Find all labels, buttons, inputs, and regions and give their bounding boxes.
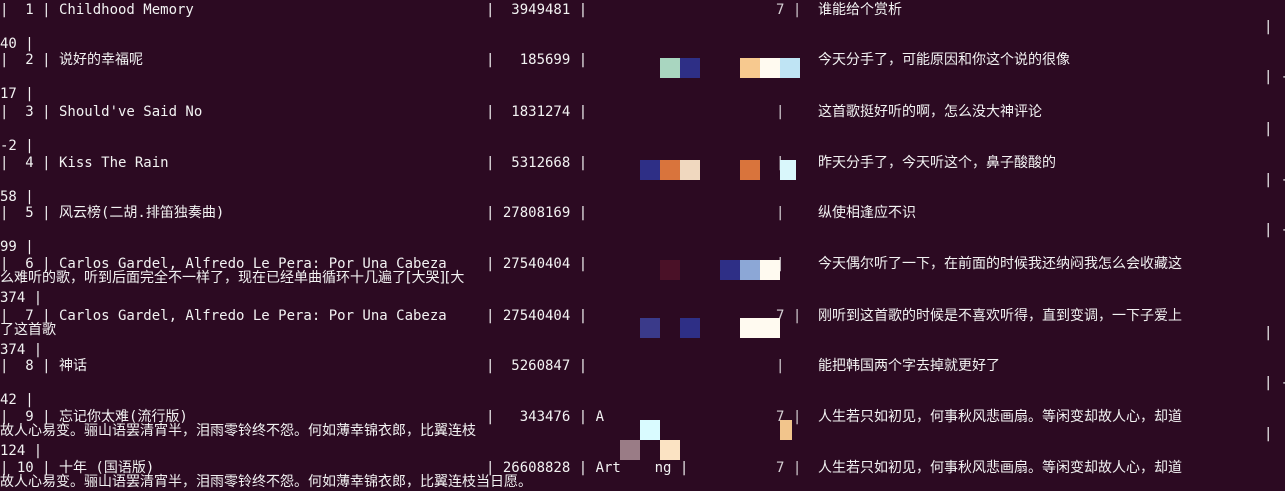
row-redacted-cell: | — [776, 205, 785, 221]
redacted-pixel-block — [660, 160, 680, 180]
row-redacted-cell: 7 | — [776, 460, 802, 476]
redacted-pixel-block — [780, 160, 796, 180]
row-id-cell: | 5260847 | — [486, 358, 588, 374]
row-id-cell: | 185699 | — [486, 52, 588, 68]
redacted-pixel-block — [640, 160, 660, 180]
row-tail: 58 | — [0, 189, 34, 205]
row-index-and-title: | 5 | 风云榜(二胡.排笛独奏曲) — [0, 205, 225, 221]
row-wrap-line: 了这首歌 — [0, 322, 56, 338]
row-tail: 42 | — [0, 392, 34, 408]
row-redacted-cell: | — [776, 104, 785, 120]
row-id-cell: | 5312668 | — [486, 155, 588, 171]
redacted-pixel-block — [740, 58, 760, 78]
row-comment: 刚听到这首歌的时候是不喜欢听得，直到变调，一下子爱上 — [818, 308, 1182, 324]
row-right-marker: | - — [1264, 172, 1285, 188]
redacted-pixel-block — [640, 420, 660, 440]
redacted-pixel-block — [720, 260, 740, 280]
redacted-pixel-block — [640, 318, 660, 338]
row-comment: 这首歌挺好听的啊，怎么没大神评论 — [818, 104, 1042, 120]
row-comment: 昨天分手了，今天听这个，鼻子酸酸的 — [818, 155, 1056, 171]
redacted-pixel-block — [680, 58, 700, 78]
row-comment: 今天分手了，可能原因和你这个说的很像 — [818, 52, 1070, 68]
row-tail: 99 | — [0, 239, 34, 255]
redacted-pixel-block — [740, 260, 760, 280]
row-right-marker: | — [1264, 19, 1273, 35]
row-right-marker: | - — [1264, 375, 1285, 391]
redacted-pixel-block — [680, 160, 700, 180]
row-comment: 谁能给个赏析 — [818, 2, 902, 18]
row-right-marker: | - — [1264, 222, 1285, 238]
redacted-pixel-block — [760, 58, 780, 78]
redacted-pixel-block — [740, 160, 760, 180]
redacted-pixel-block — [780, 58, 800, 78]
row-index-and-title: | 1 | Childhood Memory — [0, 2, 194, 18]
row-index-and-title: | 3 | Should've Said No — [0, 104, 203, 120]
row-right-marker: | — [1264, 121, 1273, 137]
redacted-pixel-block — [780, 420, 792, 440]
row-right-marker: | — [1264, 325, 1273, 341]
row-wrap-line: 么难听的歌，听到后面完全不一样了，现在已经单曲循环十几遍了[大哭][大 — [0, 270, 465, 286]
row-id-cell: | 27540404 | — [486, 256, 588, 272]
row-id-cell: | 27540404 | — [486, 308, 588, 324]
row-comment: 能把韩国两个字去掉就更好了 — [818, 358, 1000, 374]
row-redacted-cell: | — [776, 358, 785, 374]
redacted-pixel-block — [660, 58, 680, 78]
row-index-and-title: | 7 | Carlos Gardel, Alfredo Le Pera: Po… — [0, 308, 447, 324]
row-id-cell: | 27808169 | — [486, 205, 588, 221]
row-redacted-cell: 7 | — [776, 2, 802, 18]
row-comment: 人生若只如初见，何事秋风悲画扇。等闲变却故人心，却道 — [818, 460, 1182, 476]
row-comment: 人生若只如初见，何事秋风悲画扇。等闲变却故人心，却道 — [818, 409, 1182, 425]
row-right-marker: | — [1264, 426, 1273, 442]
row-tail: -2 | — [0, 138, 34, 154]
row-id-cell: | 3949481 | — [486, 2, 588, 18]
redacted-pixel-block — [620, 440, 640, 460]
redacted-pixel-block — [760, 260, 780, 280]
row-tail: 374 | — [0, 342, 43, 358]
row-index-and-title: | 4 | Kiss The Rain — [0, 155, 169, 171]
row-tail: 374 | — [0, 290, 43, 306]
row-index-and-title: | 8 | 神话 — [0, 358, 88, 374]
row-id-cell: | 1831274 | — [486, 104, 588, 120]
redacted-pixel-block — [680, 318, 700, 338]
row-wrap-line: 故人心易变。骊山语罢清宵半，泪雨零铃终不怨。何如薄幸锦衣郎，比翼连枝 — [0, 423, 476, 439]
row-tail: 124 | — [0, 443, 43, 459]
row-comment: 今天偶尔听了一下，在前面的时候我还纳闷我怎么会收藏这 — [818, 256, 1182, 272]
row-right-marker: | - — [1264, 69, 1285, 85]
row-tail: 40 | — [0, 36, 34, 52]
row-wrap-line: 故人心易变。骊山语罢清宵半，泪雨零铃终不怨。何如薄幸锦衣郎，比翼连枝当日愿。 — [0, 474, 532, 490]
redacted-pixel-block — [660, 440, 680, 460]
redacted-pixel-block — [660, 260, 680, 280]
terminal-window[interactable]: | 1 | Childhood Memory | 3949481 | 7 | 谁能给个… — [0, 0, 1285, 491]
redacted-pixel-block — [740, 318, 780, 338]
row-comment: 纵使相逢应不识 — [818, 205, 916, 221]
row-id-cell: | 343476 | A — [486, 409, 605, 425]
row-index-and-title: | 2 | 说好的幸福呢 — [0, 52, 144, 68]
row-tail: 17 | — [0, 86, 34, 102]
